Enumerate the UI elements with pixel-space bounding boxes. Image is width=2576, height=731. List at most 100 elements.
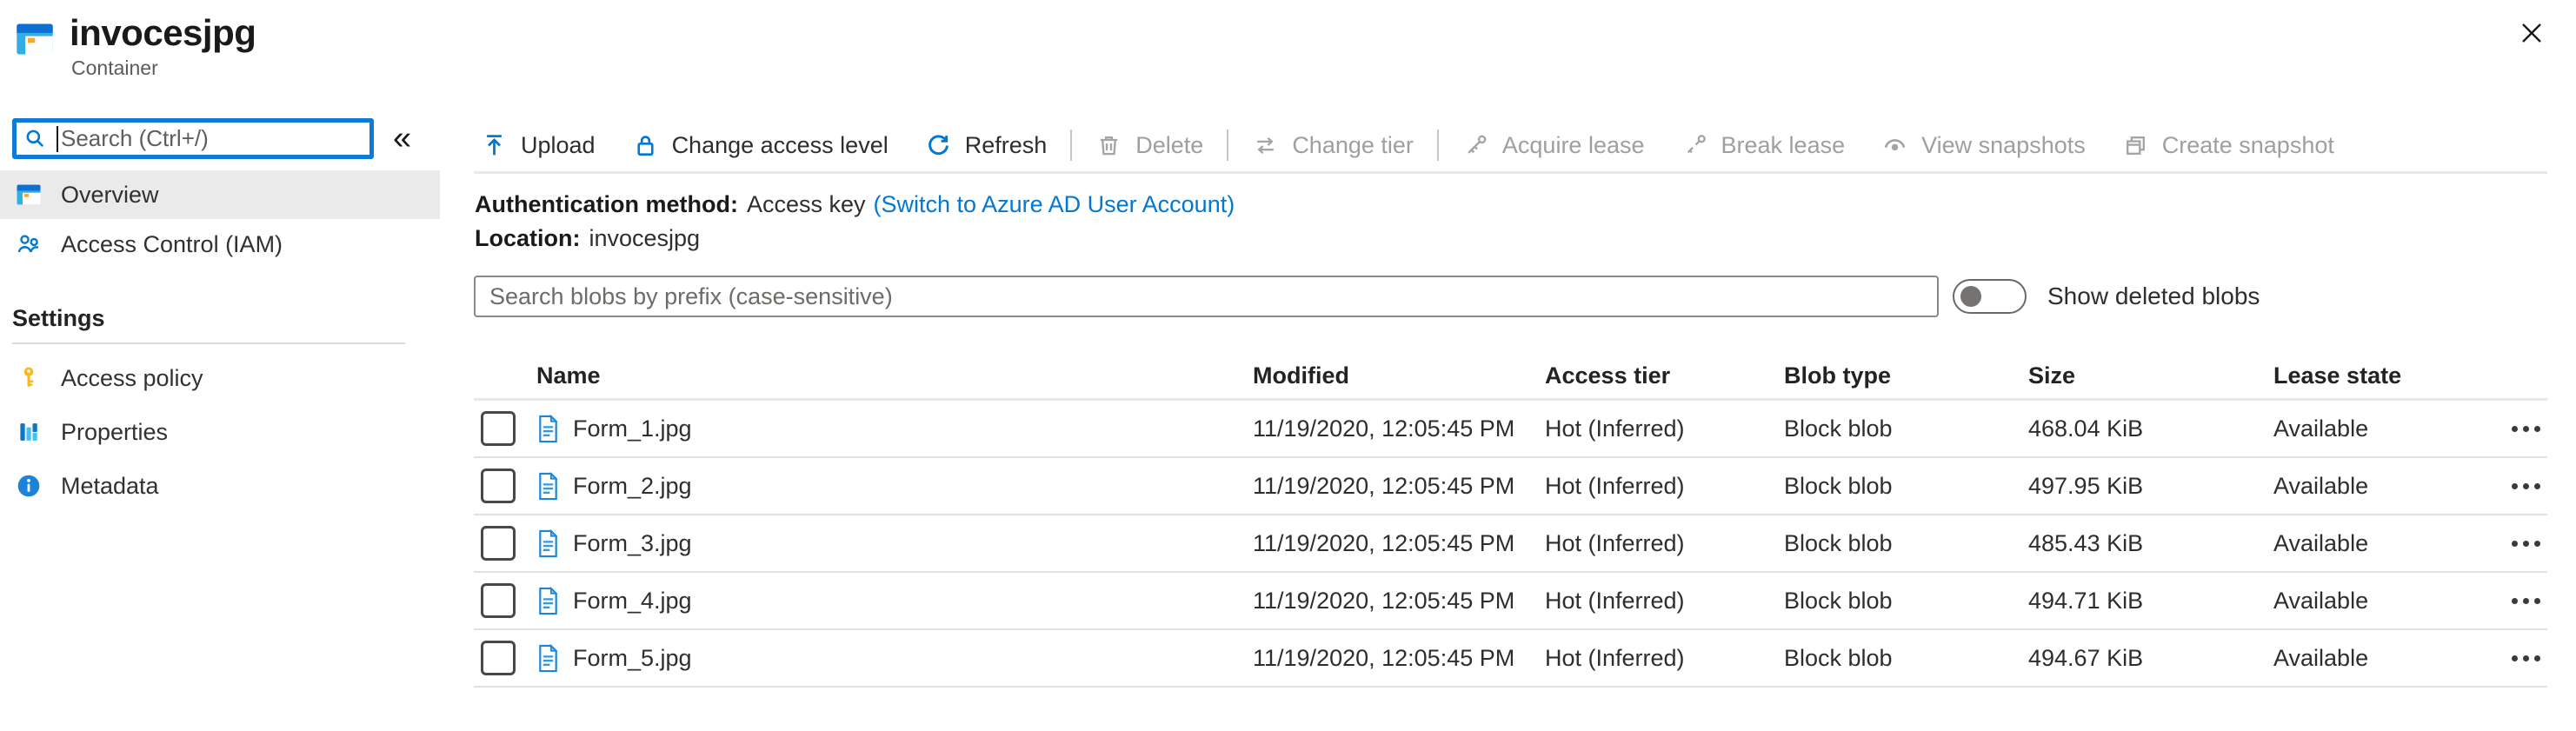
lease-icon xyxy=(1462,132,1489,159)
blob-access-tier: Hot (Inferred) xyxy=(1545,529,1685,556)
more-options-button[interactable] xyxy=(2508,535,2544,552)
blob-type: Block blob xyxy=(1784,529,1893,556)
blob-size: 494.67 KiB xyxy=(2028,644,2144,671)
toolbar-button-label: View snapshots xyxy=(1921,131,2086,158)
create-snapshot-button: Create snapshot xyxy=(2104,120,2353,170)
row-checkbox[interactable] xyxy=(481,469,516,503)
more-options-button[interactable] xyxy=(2508,421,2544,437)
column-header-name[interactable]: Name xyxy=(536,362,1253,389)
change-access-level-button[interactable]: Change access level xyxy=(614,120,907,170)
row-checkbox[interactable] xyxy=(481,411,516,446)
essentials: Authentication method: Access key (Switch … xyxy=(475,188,1235,256)
blob-name[interactable]: Form_1.jpg xyxy=(573,415,692,442)
sidebar-search-input[interactable] xyxy=(58,125,363,152)
file-icon xyxy=(536,471,560,501)
blob-type: Block blob xyxy=(1784,415,1893,442)
trash-icon xyxy=(1095,132,1122,159)
blob-name[interactable]: Form_2.jpg xyxy=(573,473,692,500)
blob-modified: 11/19/2020, 12:05:45 PM xyxy=(1253,529,1515,556)
file-icon xyxy=(536,586,560,615)
switch-auth-link[interactable]: (Switch to Azure AD User Account) xyxy=(874,191,1235,217)
blob-modified: 11/19/2020, 12:05:45 PM xyxy=(1253,587,1515,614)
blob-lease-state: Available xyxy=(2273,644,2369,671)
blob-access-tier: Hot (Inferred) xyxy=(1545,587,1685,614)
blob-name[interactable]: Form_5.jpg xyxy=(573,645,692,672)
sidebar-item-access-control-iam[interactable]: Access Control (IAM) xyxy=(0,219,440,269)
table-row[interactable]: Form_1.jpg 11/19/2020, 12:05:45 PM Hot (… xyxy=(474,401,2547,458)
column-header-blob-type[interactable]: Blob type xyxy=(1784,362,2028,389)
lock-icon xyxy=(632,132,659,159)
row-checkbox[interactable] xyxy=(481,526,516,561)
sidebar-item-label: Properties xyxy=(61,418,169,445)
toolbar-button-label: Delete xyxy=(1135,131,1204,158)
blob-lease-state: Available xyxy=(2273,587,2369,614)
more-options-button[interactable] xyxy=(2508,593,2544,609)
info-icon xyxy=(16,473,42,499)
blob-modified: 11/19/2020, 12:05:45 PM xyxy=(1253,644,1515,671)
auth-method-value: Access key xyxy=(746,191,866,217)
collapse-sidebar-button[interactable]: « xyxy=(393,120,411,156)
refresh-icon xyxy=(925,132,952,159)
blob-prefix-search-input[interactable] xyxy=(474,276,1939,317)
blob-size: 497.95 KiB xyxy=(2028,472,2144,499)
azure-container-blade: invocesjpg Container « xyxy=(0,0,2576,731)
sidebar-item-properties[interactable]: Properties xyxy=(0,405,440,459)
sidebar-item-label: Access Control (IAM) xyxy=(61,230,283,257)
table-row[interactable]: Form_2.jpg 11/19/2020, 12:05:45 PM Hot (… xyxy=(474,458,2547,515)
column-header-access-tier[interactable]: Access tier xyxy=(1545,362,1784,389)
people-icon xyxy=(16,231,42,257)
blob-access-tier: Hot (Inferred) xyxy=(1545,415,1685,442)
more-options-button[interactable] xyxy=(2508,650,2544,667)
table-row[interactable]: Form_4.jpg 11/19/2020, 12:05:45 PM Hot (… xyxy=(474,573,2547,630)
table-row[interactable]: Form_5.jpg 11/19/2020, 12:05:45 PM Hot (… xyxy=(474,630,2547,688)
column-header-lease-state[interactable]: Lease state xyxy=(2273,362,2505,389)
search-icon xyxy=(26,130,44,148)
refresh-button[interactable]: Refresh xyxy=(907,120,1066,170)
blob-name[interactable]: Form_3.jpg xyxy=(573,530,692,557)
sidebar-item-label: Metadata xyxy=(61,472,159,499)
more-options-icon xyxy=(2512,597,2518,604)
sidebar-section-settings: Settings xyxy=(12,305,105,331)
column-header-size[interactable]: Size xyxy=(2028,362,2273,389)
break-lease-icon xyxy=(1681,132,1708,159)
sidebar-search-box xyxy=(12,118,374,159)
toggle-knob xyxy=(1960,286,1981,307)
show-deleted-blobs-toggle[interactable] xyxy=(1953,279,2027,314)
blob-size: 485.43 KiB xyxy=(2028,529,2144,556)
container-icon xyxy=(16,182,42,208)
blob-type: Block blob xyxy=(1784,472,1893,499)
sidebar-item-overview[interactable]: Overview xyxy=(0,170,440,219)
close-icon xyxy=(2522,23,2541,43)
auth-method-label: Authentication method: xyxy=(475,191,738,217)
column-header-modified[interactable]: Modified xyxy=(1253,362,1545,389)
snapshots-icon xyxy=(1881,132,1908,159)
row-checkbox[interactable] xyxy=(481,641,516,675)
table-row[interactable]: Form_3.jpg 11/19/2020, 12:05:45 PM Hot (… xyxy=(474,515,2547,573)
toolbar-button-label: Change tier xyxy=(1292,131,1414,158)
sidebar-item-metadata[interactable]: Metadata xyxy=(0,459,440,513)
blob-table: Name Modified Access tier Blob type Size… xyxy=(474,353,2547,688)
more-options-icon xyxy=(2512,540,2518,547)
file-icon xyxy=(536,528,560,558)
blob-lease-state: Available xyxy=(2273,472,2369,499)
row-checkbox[interactable] xyxy=(481,583,516,618)
blob-name[interactable]: Form_4.jpg xyxy=(573,588,692,615)
create-snapshot-icon xyxy=(2122,132,2149,159)
table-header: Name Modified Access tier Blob type Size… xyxy=(474,353,2547,401)
more-options-button[interactable] xyxy=(2508,478,2544,495)
upload-button[interactable]: Upload xyxy=(474,120,614,170)
close-button[interactable] xyxy=(2517,19,2546,49)
toolbar-button-label: Acquire lease xyxy=(1501,131,1645,158)
toolbar-button-label: Break lease xyxy=(1721,131,1846,158)
key-icon xyxy=(16,365,42,391)
blob-modified: 11/19/2020, 12:05:45 PM xyxy=(1253,415,1515,442)
sidebar-item-access-policy[interactable]: Access policy xyxy=(0,351,440,405)
toolbar-divider-line xyxy=(474,171,2547,174)
location-label: Location: xyxy=(475,225,581,251)
blob-access-tier: Hot (Inferred) xyxy=(1545,644,1685,671)
toolbar-button-label: Create snapshot xyxy=(2161,131,2334,158)
sidebar: « Overview xyxy=(0,0,440,731)
file-icon xyxy=(536,643,560,673)
authentication-method-line: Authentication method: Access key (Switch … xyxy=(475,188,1235,222)
blob-modified: 11/19/2020, 12:05:45 PM xyxy=(1253,472,1515,499)
